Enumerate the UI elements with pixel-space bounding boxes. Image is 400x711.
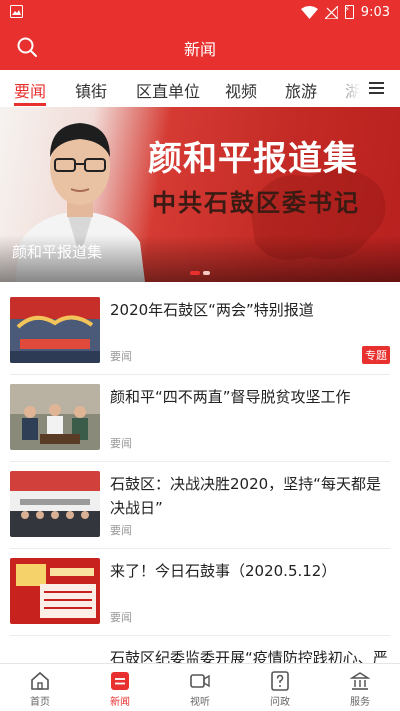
status-time: 9:03 [360,4,390,20]
nav-question[interactable]: 问政 [240,664,320,711]
nav-label: 问政 [270,697,290,708]
nav-label: 新闻 [110,697,130,708]
banner-caption: 颜和平报道集 [12,243,103,261]
tab-zhenjie[interactable]: 镇街 [75,78,107,102]
nav-news[interactable]: 新闻 [80,664,160,711]
tab-video[interactable]: 视频 [225,78,257,102]
news-thumbnail [10,384,100,450]
news-title: 颜和平“四不两直”督导脱贫攻坚工作 [110,388,351,406]
wifi-icon [300,5,318,19]
video-icon [190,674,210,688]
app-header: 新闻 [0,24,400,70]
banner-carousel[interactable]: 颜和平报道集 中共石鼓区委书记 颜和平报道集 [0,107,400,282]
service-icon [350,672,370,690]
no-signal-icon [324,5,338,19]
news-item[interactable]: 颜和平“四不两直”督导脱贫攻坚工作 要闻 [10,375,390,462]
bottom-navigation: 首页 新闻 视听 问政 服务 [0,663,400,711]
news-thumbnail [10,558,100,624]
carousel-dot [203,271,210,275]
news-source: 要闻 [110,437,132,450]
battery-icon: ⚡ [344,5,354,19]
news-item[interactable]: 2020年石鼓区“两会”特别报道 要闻 专题 [10,288,390,375]
news-item[interactable]: 来了！今日石鼓事（2020.5.12） 要闻 [10,549,390,636]
question-icon [271,671,289,691]
nav-label: 服务 [350,697,370,708]
tab-menu-button[interactable] [360,70,400,107]
nav-service[interactable]: 服务 [320,664,400,711]
news-title: 来了！今日石鼓事（2020.5.12） [110,562,337,580]
tab-quzhi[interactable]: 区直单位 [136,78,200,102]
news-source: 要闻 [110,350,132,363]
news-item[interactable]: 石鼓区：决战决胜2020，坚持“每天都是决战日” 要闻 [10,462,390,549]
news-icon [111,672,129,690]
news-list: 2020年石鼓区“两会”特别报道 要闻 专题 颜和平“四不两直”督导脱贫攻坚工作… [0,288,400,667]
banner-subline: 中共石鼓区委书记 [152,188,360,217]
news-source: 要闻 [110,524,132,537]
news-source: 要闻 [110,611,132,624]
news-title: 石鼓区：决战决胜2020，坚持“每天都是决战日” [110,475,381,517]
home-icon [31,671,49,690]
status-bar: ⚡ 9:03 [0,0,400,24]
category-tabs: 要闻 镇街 区直单位 视频 旅游 湖南 [0,70,400,107]
active-tab-indicator [14,103,46,106]
banner-headline: 颜和平报道集 [148,139,358,179]
nav-label: 首页 [30,697,50,708]
news-thumbnail [10,471,100,537]
news-thumbnail [10,297,100,363]
nav-label: 视听 [190,697,210,708]
page-title: 新闻 [183,40,216,59]
carousel-indicator [190,271,210,275]
nav-video[interactable]: 视听 [160,664,240,711]
carousel-dot [190,271,200,275]
tab-yaowen[interactable]: 要闻 [14,78,46,102]
news-title: 2020年石鼓区“两会”特别报道 [110,301,314,319]
topic-badge: 专题 [362,346,390,364]
image-notification-icon [10,5,23,18]
news-item[interactable]: 石鼓区纪委监委开展“疫情防控践初心、严 [10,636,390,667]
nav-home[interactable]: 首页 [0,664,80,711]
tab-travel[interactable]: 旅游 [285,78,317,102]
